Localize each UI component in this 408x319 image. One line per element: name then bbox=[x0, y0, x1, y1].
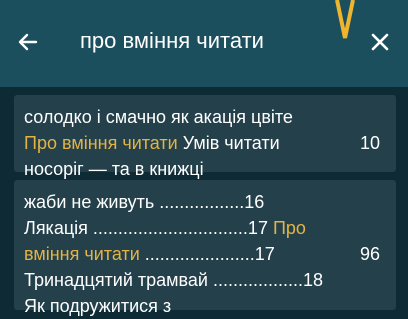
search-toolbar: про вміння читати bbox=[0, 0, 408, 87]
snippet-line: Тринадцятий трамвай ..................18 bbox=[24, 270, 324, 290]
result-page-number: 10 bbox=[359, 133, 380, 153]
back-arrow-icon[interactable] bbox=[16, 30, 40, 54]
snippet-line: Про вміння читати Умів читати bbox=[24, 133, 280, 153]
snippet-line: жаби не живуть .................16 bbox=[24, 192, 265, 212]
result-snippet: жаби не живуть .................16 Лякац… bbox=[24, 189, 324, 319]
search-query[interactable]: про вміння читати bbox=[80, 28, 264, 54]
snippet-line: Лякація ...............................1… bbox=[24, 218, 306, 238]
search-result-card[interactable]: жаби не живуть .................16 Лякац… bbox=[14, 180, 396, 316]
snippet-line: носоріг — та в книжці bbox=[24, 159, 204, 179]
pointer-arrow-icon bbox=[335, 0, 355, 39]
close-icon[interactable] bbox=[368, 30, 392, 54]
search-result-card[interactable]: солодко і смачно як акація цвіте Про вмі… bbox=[14, 95, 396, 179]
result-page-number: 96 bbox=[359, 244, 380, 264]
search-results-list: солодко і смачно як акація цвіте Про вмі… bbox=[0, 87, 408, 316]
snippet-line: вміння читати ......................17 bbox=[24, 244, 275, 264]
snippet-line: солодко і смачно як акація цвіте bbox=[24, 107, 293, 127]
result-snippet: солодко і смачно як акація цвіте Про вмі… bbox=[24, 104, 324, 182]
